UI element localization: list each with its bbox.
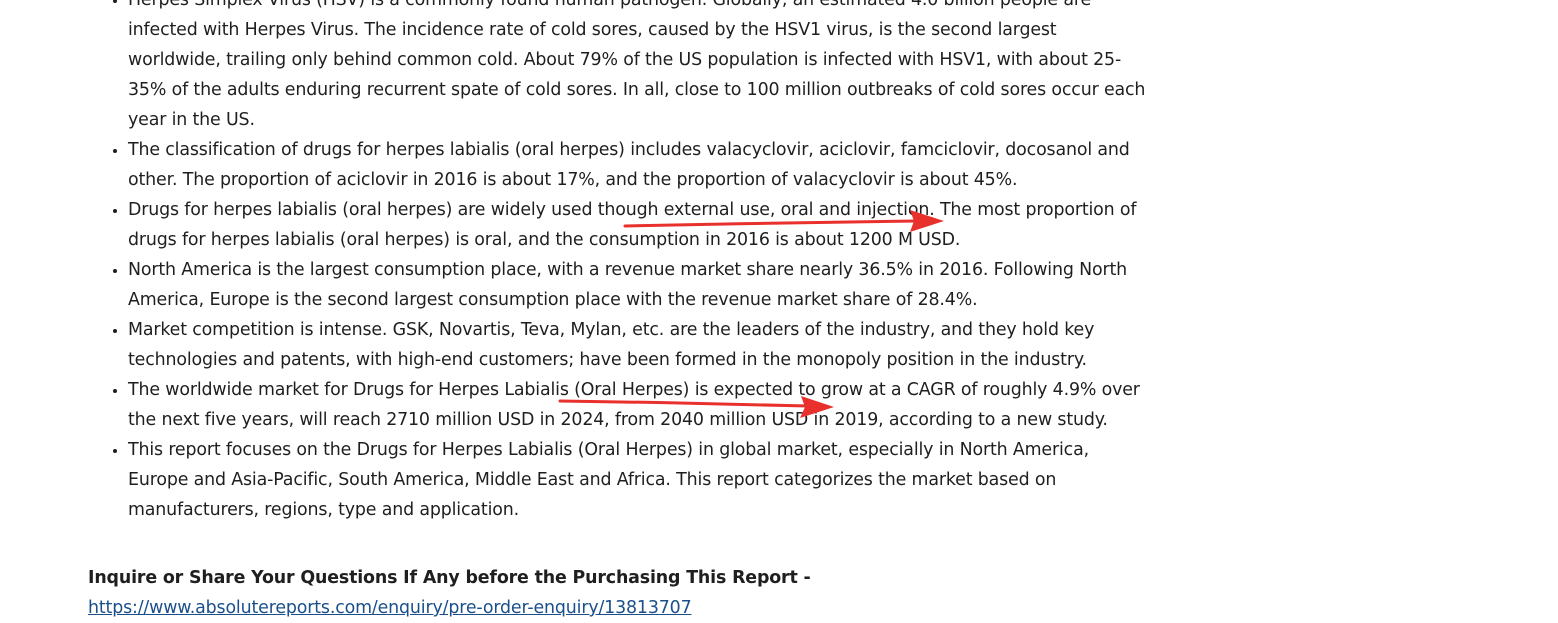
- list-item: This report focuses on the Drugs for Her…: [128, 435, 1148, 525]
- article-body: Herpes Simplex Virus (HSV) is a commonly…: [88, 0, 1148, 623]
- list-item: Market competition is intense. GSK, Nova…: [128, 315, 1148, 375]
- key-points-list: Herpes Simplex Virus (HSV) is a commonly…: [88, 0, 1148, 525]
- list-item: Herpes Simplex Virus (HSV) is a commonly…: [128, 0, 1148, 135]
- list-item: North America is the largest consumption…: [128, 255, 1148, 315]
- inquire-label: Inquire or Share Your Questions If Any b…: [88, 568, 811, 588]
- inquire-paragraph: Inquire or Share Your Questions If Any b…: [88, 563, 1148, 623]
- enquiry-link[interactable]: https://www.absolutereports.com/enquiry/…: [88, 598, 692, 618]
- list-item: The classification of drugs for herpes l…: [128, 135, 1148, 195]
- list-item: The worldwide market for Drugs for Herpe…: [128, 375, 1148, 435]
- list-item: Drugs for herpes labialis (oral herpes) …: [128, 195, 1148, 255]
